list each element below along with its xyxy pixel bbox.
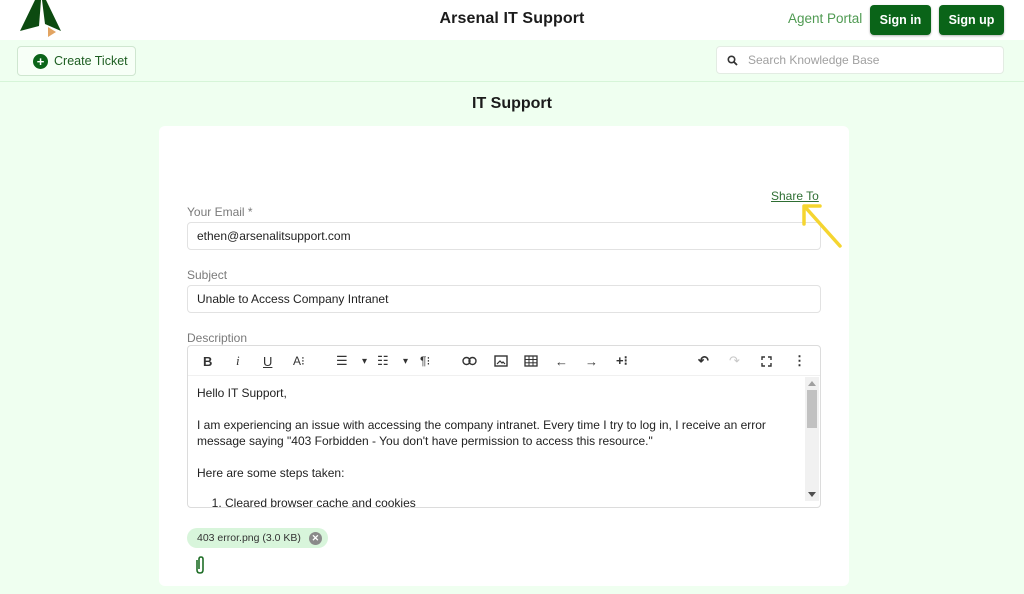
paperclip-icon[interactable] (193, 555, 207, 575)
editor-scrollbar[interactable] (805, 377, 819, 501)
plus-circle-icon: + (33, 53, 48, 69)
steps-list: Cleared browser cache and cookies (197, 495, 796, 507)
description-content[interactable]: Hello IT Support, I am experiencing an i… (188, 377, 805, 507)
agent-portal-link[interactable]: Agent Portal (788, 11, 862, 26)
search-icon (727, 54, 738, 66)
image-icon (494, 355, 508, 367)
insert-image-button[interactable] (494, 352, 508, 370)
insert-link-button[interactable] (462, 352, 477, 370)
top-navbar: Arsenal IT Support Agent Portal Sign in … (0, 0, 1024, 40)
indent-button[interactable]: → (585, 352, 598, 370)
ticket-form-card: Share To Your Email * Subject Descriptio… (159, 126, 849, 586)
attachment-name: 403 error.png (3.0 KB) (197, 532, 301, 544)
action-bar: + Create Ticket (0, 40, 1024, 82)
editor-toolbar: B i U A⁝ ☰ ▾ ☷ ▾ ¶⁝ ← → +⁝ ↶ ↷ ⋮ (188, 346, 820, 376)
scroll-thumb[interactable] (807, 390, 817, 428)
fullscreen-button[interactable] (761, 352, 772, 370)
ordered-list-dropdown-icon[interactable]: ▾ (362, 352, 367, 370)
fullscreen-icon (761, 355, 772, 367)
description-editor: B i U A⁝ ☰ ▾ ☷ ▾ ¶⁝ ← → +⁝ ↶ ↷ ⋮ Hello I… (187, 345, 821, 508)
unordered-list-dropdown-icon[interactable]: ▾ (403, 352, 408, 370)
page-title: IT Support (472, 95, 552, 112)
outdent-button[interactable]: ← (555, 352, 568, 370)
share-to-link[interactable]: Share To (771, 189, 819, 203)
font-size-button[interactable]: A⁝ (293, 352, 305, 370)
table-icon (524, 355, 538, 367)
remove-attachment-icon[interactable]: ✕ (308, 531, 322, 545)
insert-table-button[interactable] (524, 352, 538, 370)
undo-button[interactable]: ↶ (698, 352, 709, 370)
step-item: Cleared browser cache and cookies (225, 495, 796, 507)
ordered-list-button[interactable]: ☰ (336, 352, 348, 370)
subject-field[interactable] (187, 285, 821, 313)
link-icon (462, 356, 477, 366)
unordered-list-button[interactable]: ☷ (377, 352, 389, 370)
knowledge-base-search[interactable] (716, 46, 1004, 74)
description-paragraph: I am experiencing an issue with accessin… (197, 418, 766, 448)
bold-button[interactable]: B (203, 352, 212, 370)
subject-label: Subject (187, 268, 228, 282)
description-label: Description (187, 331, 248, 345)
more-options-button[interactable]: ⋮ (793, 352, 806, 370)
sign-up-button[interactable]: Sign up (939, 5, 1004, 35)
scroll-down-arrow-icon[interactable] (808, 492, 816, 497)
italic-button[interactable]: i (236, 352, 240, 370)
create-ticket-label: Create Ticket (54, 54, 128, 68)
email-label: Your Email * (187, 205, 253, 219)
search-input[interactable] (748, 53, 988, 67)
insert-more-button[interactable]: +⁝ (616, 352, 628, 370)
description-steps-intro: Here are some steps taken: (197, 466, 345, 480)
attachment-chip: 403 error.png (3.0 KB) ✕ (187, 528, 328, 548)
description-greeting: Hello IT Support, (197, 386, 287, 400)
scroll-up-arrow-icon[interactable] (808, 381, 816, 386)
redo-button[interactable]: ↷ (729, 352, 740, 370)
underline-button[interactable]: U (263, 352, 272, 370)
paragraph-format-button[interactable]: ¶⁝ (420, 352, 430, 370)
create-ticket-button[interactable]: + Create Ticket (17, 46, 136, 76)
email-field[interactable] (187, 222, 821, 250)
sign-in-button[interactable]: Sign in (870, 5, 931, 35)
